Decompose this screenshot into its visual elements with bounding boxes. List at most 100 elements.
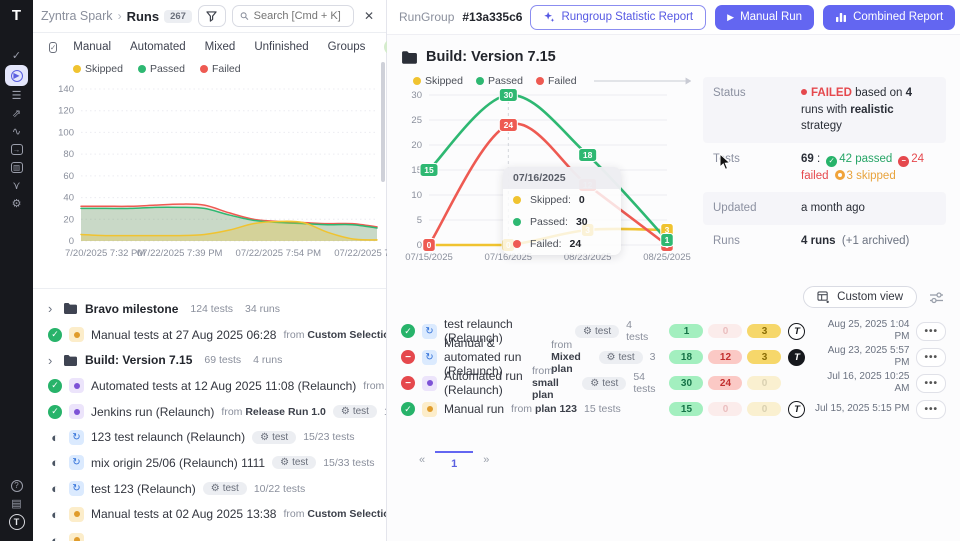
next-page-button[interactable]: »	[473, 450, 499, 470]
run-row[interactable]: ◐ ↻ test 123 (Relaunch) ⚙test 10/22 test…	[33, 476, 386, 502]
folder-row-bravo-milestone[interactable]: › Bravo milestone 124 tests 34 runs	[33, 296, 386, 322]
svg-text:0: 0	[69, 236, 74, 247]
area-chart-canvas[interactable]: 1401201008060402007/20/2025 7:32 PM07/22…	[39, 75, 387, 261]
run-row[interactable]: ◐ ↻ mix origin 25/06 (Relaunch) 1111 ⚙te…	[33, 450, 386, 476]
group-trend-chart[interactable]: Skipped Passed Failed 30252015105007/15/…	[401, 75, 691, 270]
run-tests-count: 15 tests	[584, 403, 621, 415]
passed-badge: 30	[669, 376, 703, 390]
expand-chevron-icon[interactable]: ›	[48, 353, 56, 368]
run-row[interactable]: ◐ ↻ 123 test relaunch (Relaunch) ⚙test 1…	[33, 424, 386, 450]
gear-icon: ⚙	[211, 483, 220, 494]
svg-text:20: 20	[63, 214, 74, 225]
rail-item-avatar[interactable]: T	[6, 513, 28, 530]
svg-text:24: 24	[504, 120, 514, 130]
runner-avatar[interactable]: T	[788, 401, 805, 418]
row-menu-button[interactable]: •••	[916, 374, 946, 393]
run-tests-count: 4 tests	[626, 319, 655, 343]
filter-button[interactable]	[198, 5, 226, 27]
rail-item-import[interactable]: →	[6, 141, 28, 158]
breadcrumb-project[interactable]: Zyntra Spark	[41, 9, 113, 23]
search-input[interactable]	[254, 10, 346, 22]
folder-row-build-version[interactable]: › Build: Version 7.15 69 tests 4 runs	[33, 347, 386, 373]
run-tag[interactable]: ⚙test	[272, 456, 316, 469]
rail-item-steps[interactable]: ⇗	[6, 105, 28, 122]
rail-item-tests[interactable]: ✓	[6, 47, 28, 64]
tab-automated[interactable]: Automated	[130, 41, 186, 53]
svg-text:60: 60	[63, 171, 74, 182]
run-row-partial[interactable]: ◐	[33, 527, 386, 541]
tooltip-date: 07/16/2025	[503, 167, 621, 189]
tab-unfinished[interactable]: Unfinished	[254, 41, 308, 53]
run-row[interactable]: ✓ Jenkins run (Relaunch) from Release Ru…	[33, 399, 386, 425]
passed-badge: 15	[669, 402, 703, 416]
mixed-run-icon: ↻	[69, 481, 84, 496]
table-plus-icon	[817, 291, 830, 303]
search-box[interactable]	[232, 5, 354, 27]
run-name: Automated tests at 12 Aug 2025 11:08 (Re…	[91, 379, 356, 393]
svg-text:07/22/2025 7:54 PM: 07/22/2025 7:54 PM	[236, 248, 322, 259]
prev-page-button[interactable]: «	[409, 450, 435, 470]
funnel-icon	[206, 11, 217, 22]
tooltip-passed-row: Passed:30	[503, 211, 621, 233]
run-row[interactable]: ✓ Automated tests at 12 Aug 2025 11:08 (…	[33, 373, 386, 399]
help-icon: ?	[11, 480, 23, 492]
expand-chevron-icon[interactable]: ›	[48, 301, 56, 316]
run-tag[interactable]: ⚙test	[599, 351, 643, 364]
breadcrumb-page[interactable]: Runs	[127, 9, 160, 24]
current-page-button[interactable]: 1	[435, 451, 473, 470]
row-menu-button[interactable]: •••	[916, 400, 946, 419]
group-run-row[interactable]: − ↻ Manual & automated run (Relaunch) fr…	[401, 344, 946, 370]
left-panel-scrollbar[interactable]	[381, 62, 385, 182]
rail-item-analytics[interactable]: ▥	[6, 159, 28, 176]
row-menu-button[interactable]: •••	[916, 348, 946, 367]
group-run-row[interactable]: ✓ Manual run from plan 123 15 tests 15 0…	[401, 396, 946, 422]
tab-mixed[interactable]: Mixed	[205, 41, 236, 53]
rail-item-docs[interactable]: ▤	[6, 495, 28, 512]
failed-dot-icon	[200, 65, 208, 73]
group-run-row[interactable]: − Automated run (Relaunch) from small pl…	[401, 370, 946, 396]
rail-item-branches[interactable]: ⋎	[6, 177, 28, 194]
run-name: 123 test relaunch (Relaunch)	[91, 430, 245, 444]
combined-report-button[interactable]: Combined Report	[823, 5, 955, 30]
run-tag[interactable]: ⚙test	[333, 405, 377, 418]
runner-avatar[interactable]: T	[788, 349, 805, 366]
run-row[interactable]: ◐ Manual tests at 02 Aug 2025 13:38 from…	[33, 502, 386, 528]
folder-runs-count: 4 runs	[253, 354, 282, 366]
svg-text:30: 30	[504, 90, 514, 100]
result-badges: 30 24 0	[669, 376, 781, 390]
run-date: Jul 16, 2025 10:25 AM	[812, 371, 909, 395]
tab-groups[interactable]: Groups	[328, 41, 366, 53]
run-name: Jenkins run (Relaunch)	[91, 405, 214, 419]
statistic-report-button[interactable]: Rungroup Statistic Report	[530, 5, 706, 30]
runner-avatar[interactable]: T	[788, 323, 805, 340]
run-source: from Custom Selection	[283, 508, 386, 520]
row-menu-button[interactable]: •••	[916, 322, 946, 341]
close-search-icon[interactable]: ✕	[360, 9, 378, 23]
run-tag[interactable]: ⚙test	[582, 377, 626, 390]
run-row[interactable]: ✓ Manual tests at 27 Aug 2025 06:28 from…	[33, 322, 386, 348]
manual-run-button[interactable]: ▶ Manual Run	[715, 5, 814, 30]
runs-history-chart[interactable]: Skipped Passed Failed 140120100806040200…	[33, 57, 386, 264]
run-tag[interactable]: ⚙test	[575, 325, 619, 338]
run-tests-count: 54 tests	[633, 371, 655, 395]
select-runs-icon[interactable]: ✓	[49, 42, 57, 53]
rail-item-plans[interactable]: ☰	[6, 87, 28, 104]
skipped-badge: 0	[747, 402, 781, 416]
view-settings-sliders-icon[interactable]	[929, 291, 944, 304]
tab-manual[interactable]: Manual	[73, 41, 111, 53]
run-tag[interactable]: ⚙test	[252, 431, 296, 444]
rail-item-help[interactable]: ?	[6, 477, 28, 494]
play-icon: ▶	[727, 12, 734, 23]
rail-item-runs[interactable]: ▶	[5, 65, 28, 86]
passed-check-icon: ✓	[826, 156, 837, 167]
tests-check-icon: ✓	[12, 49, 21, 62]
skipped-dot-icon	[513, 196, 521, 204]
custom-view-button[interactable]: Custom view	[803, 286, 917, 308]
run-tag[interactable]: ⚙test	[203, 482, 247, 495]
docs-icon: ▤	[11, 497, 21, 510]
rail-item-pulse[interactable]: ∿	[6, 123, 28, 140]
rail-item-settings[interactable]: ⚙	[6, 195, 28, 212]
app-logo: T	[12, 8, 21, 23]
svg-text:18: 18	[583, 150, 593, 160]
run-tests-count: 15/23 tests	[303, 431, 354, 443]
